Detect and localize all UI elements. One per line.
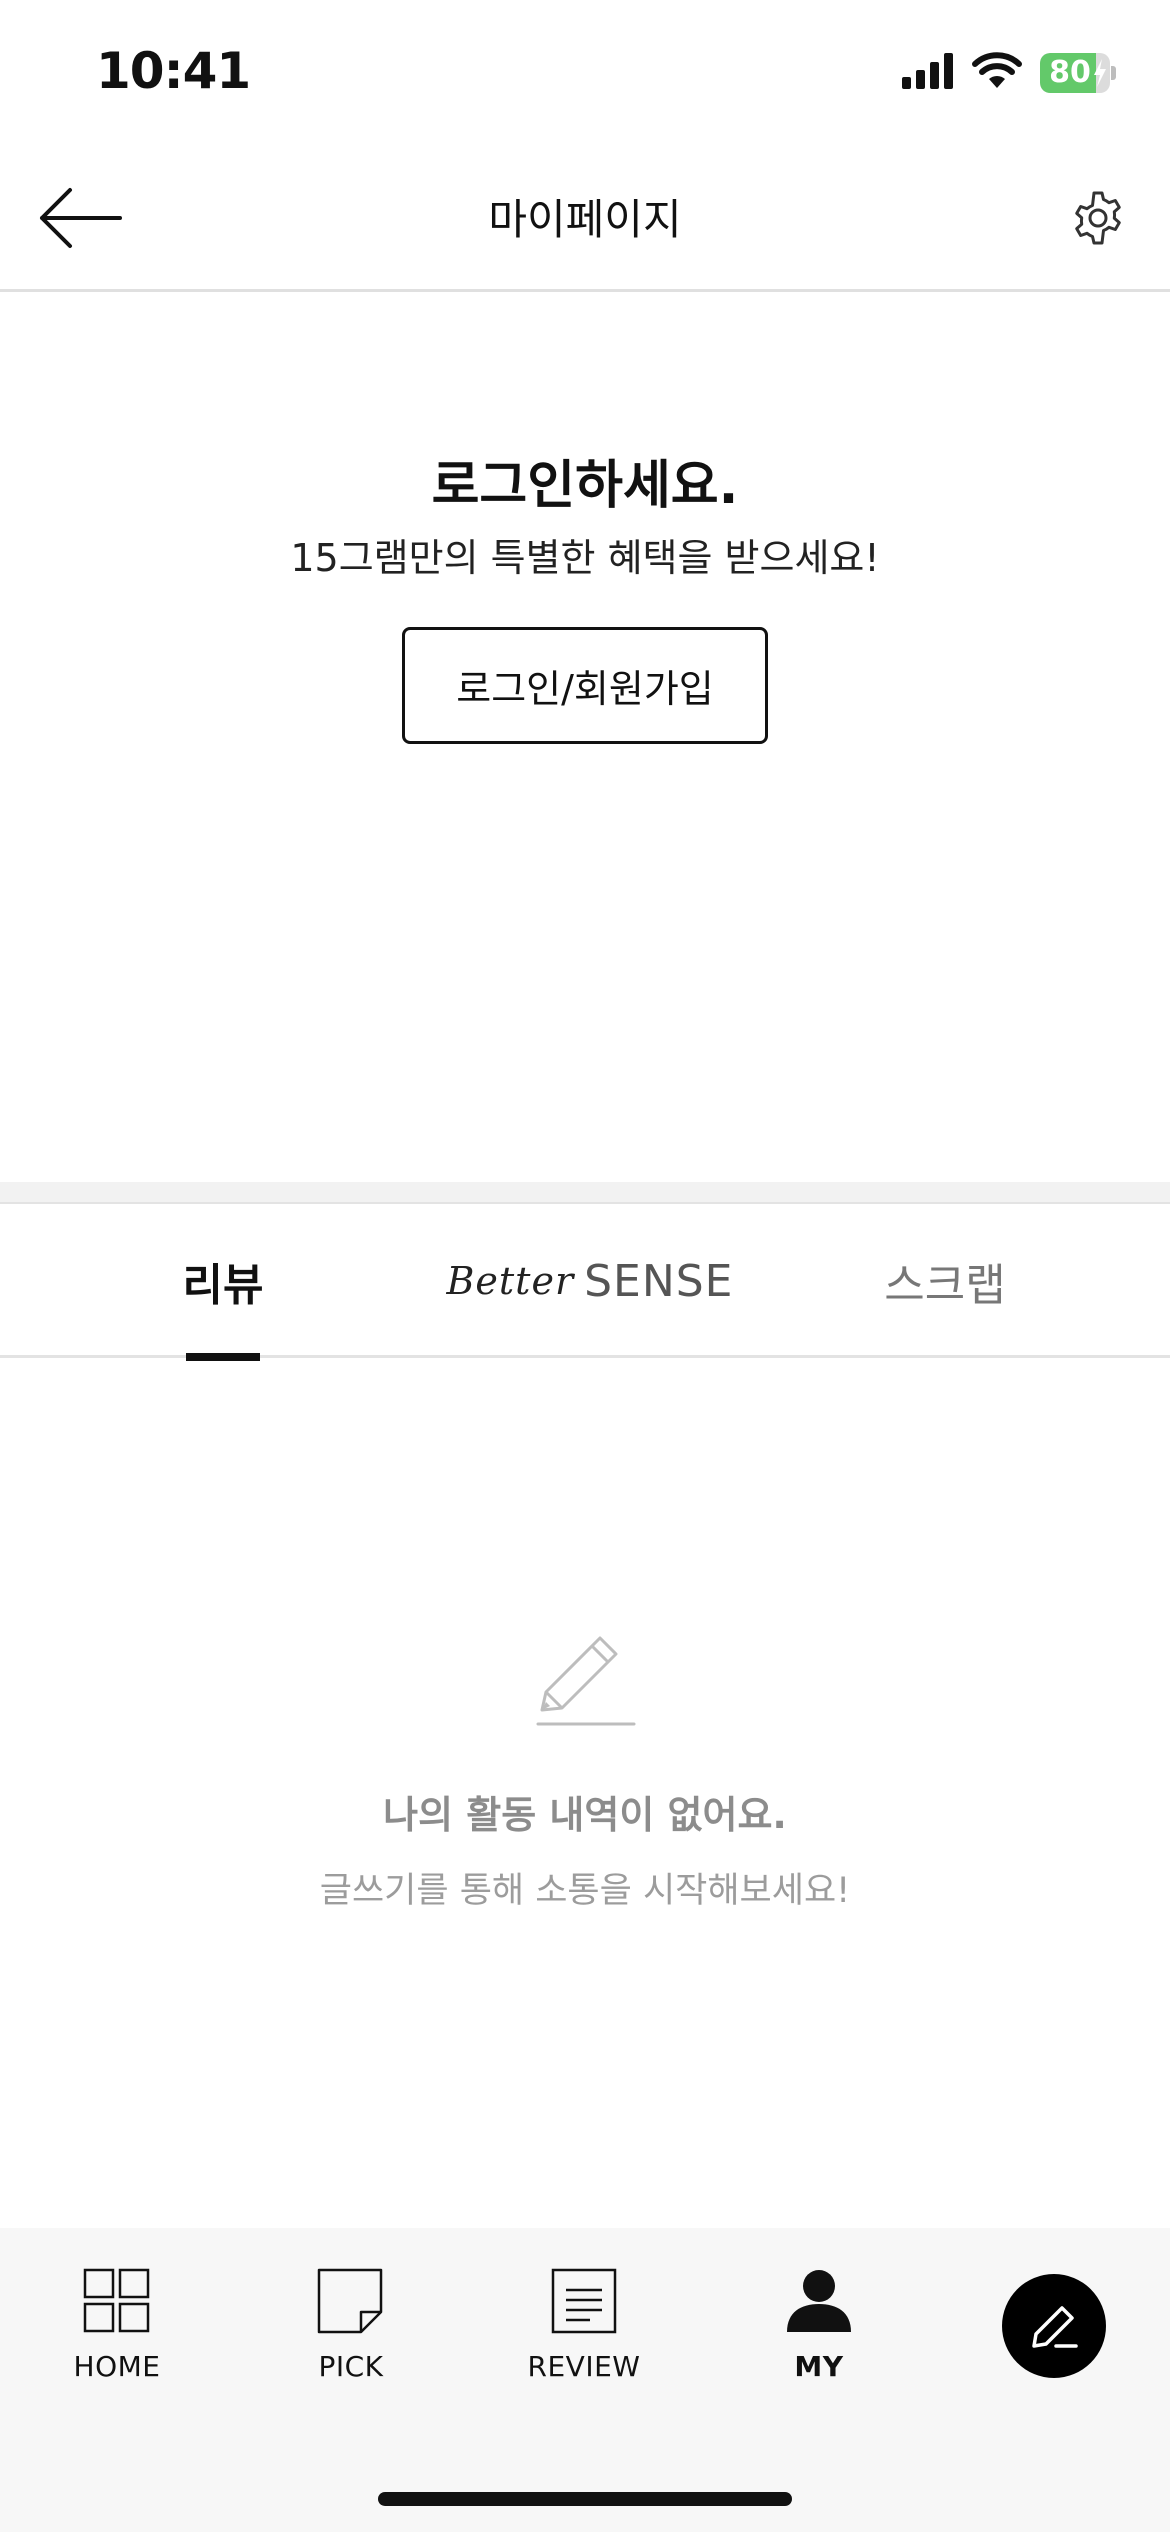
battery-cap (1111, 66, 1116, 80)
pencil-icon (536, 1636, 636, 1726)
nav-home-label: HOME (73, 2350, 161, 2383)
wifi-icon (972, 52, 1022, 94)
status-time: 10:41 (96, 42, 251, 100)
login-subtitle: 15그램만의 특별한 혜택을 받으세요! (290, 536, 880, 580)
tab-better-sense[interactable]: Better SENSE (440, 1204, 740, 1358)
nav-review[interactable]: REVIEW (489, 2268, 679, 2398)
status-icons: 80 (902, 48, 1116, 98)
tab-review[interactable]: 리뷰 (160, 1204, 286, 1361)
nav-pick-label: PICK (318, 2350, 384, 2383)
edit-pen-icon (1032, 2306, 1078, 2348)
battery-icon: 80 (1040, 53, 1116, 93)
empty-state-title: 나의 활동 내역이 없어요. (383, 1793, 787, 1837)
bottom-nav: HOME PICK REVIEW MY (0, 2228, 1170, 2532)
charging-bolt-icon (1094, 59, 1106, 87)
my-page-screen: 10:41 80 마이페이지 로그인하세요. 15그램만의 특별한 혜택을 받으… (0, 0, 1170, 2532)
login-heading: 로그인하세요. (431, 456, 739, 516)
write-button[interactable] (1002, 2274, 1106, 2378)
gear-icon (1075, 191, 1121, 245)
document-icon (551, 2268, 617, 2334)
settings-button[interactable] (1060, 180, 1136, 256)
nav-home[interactable]: HOME (22, 2268, 212, 2398)
empty-state-subtitle: 글쓰기를 통해 소통을 시작해보세요! (319, 1871, 851, 1911)
empty-state: 나의 활동 내역이 없어요. 글쓰기를 통해 소통을 시작해보세요! (0, 1358, 1170, 2228)
status-bar: 10:41 80 (0, 0, 1170, 150)
page-title: 마이페이지 (488, 195, 682, 244)
tab-review-label: 리뷰 (182, 1260, 264, 1311)
tab-better-sense-label: SENSE (584, 1255, 734, 1307)
tab-bar: 리뷰 Better SENSE 스크랩 (0, 1204, 1170, 1361)
nav-review-label: REVIEW (527, 2350, 641, 2383)
app-header: 마이페이지 (0, 150, 1170, 292)
login-section: 로그인하세요. 15그램만의 특별한 혜택을 받으세요! 로그인/회원가입 (0, 295, 1170, 1182)
home-indicator (378, 2492, 792, 2506)
better-script-logo: Better (446, 1259, 575, 1303)
login-signup-button[interactable]: 로그인/회원가입 (402, 627, 768, 744)
nav-pick[interactable]: PICK (256, 2268, 446, 2398)
person-icon (787, 2270, 851, 2332)
tab-scrap[interactable]: 스크랩 (860, 1204, 1030, 1358)
nav-my[interactable]: MY (724, 2268, 914, 2398)
tab-scrap-label: 스크랩 (884, 1260, 1006, 1311)
nav-my-label: MY (794, 2350, 844, 2383)
section-divider (0, 1182, 1170, 1204)
note-icon (317, 2268, 383, 2334)
battery-percent: 80 (1049, 55, 1091, 90)
signal-icon (902, 53, 954, 93)
grid-icon (83, 2268, 150, 2333)
